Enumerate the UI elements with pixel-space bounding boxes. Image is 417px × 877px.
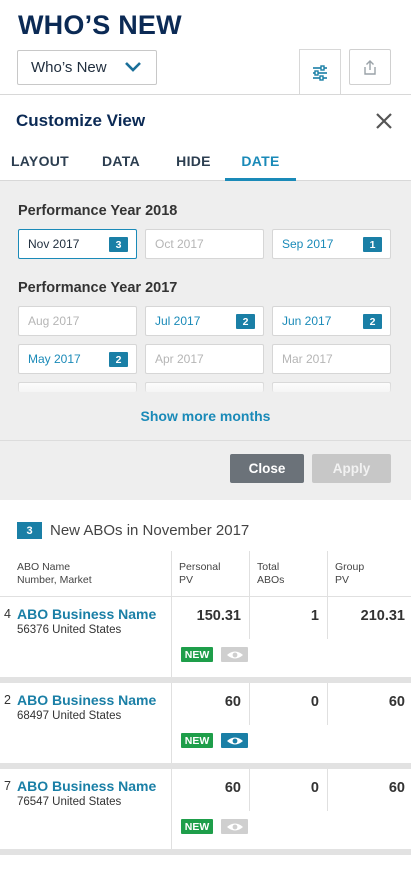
month-label: Oct 2017 [155, 237, 204, 251]
column-divider [327, 769, 328, 811]
month-apr-2017: Apr 2017 [145, 344, 264, 374]
tab-hide[interactable]: HIDE [162, 147, 225, 181]
month-label: Apr 2017 [155, 352, 204, 366]
customize-view-button[interactable] [299, 49, 341, 95]
month-may-2017[interactable]: May 2017 2 [18, 344, 137, 374]
abo-name-link[interactable]: ABO Business Name [17, 778, 156, 794]
total-abos-value: 0 [310, 780, 319, 796]
abo-name-link[interactable]: ABO Business Name [17, 606, 156, 622]
close-icon[interactable] [375, 112, 393, 130]
column-header-total-abos[interactable]: Total ABOs [257, 561, 284, 587]
watch-toggle[interactable] [221, 733, 248, 748]
group-pv-value: 60 [388, 780, 405, 796]
apply-button[interactable]: Apply [312, 454, 391, 483]
new-badge: NEW [181, 733, 213, 748]
column-divider [249, 769, 250, 811]
row-rank: 7 [4, 779, 11, 793]
month-count-badge: 1 [363, 237, 382, 252]
month-label: May 2017 [28, 352, 81, 366]
eye-icon [226, 823, 243, 830]
month-label: Mar 2017 [282, 352, 333, 366]
view-dropdown-label: Who’s New [31, 59, 107, 76]
total-abos-value: 0 [310, 694, 319, 710]
group-pv-value: 210.31 [360, 608, 405, 624]
abo-number-market: 76547 United States [17, 796, 122, 808]
personal-pv-value: 60 [224, 694, 241, 710]
month-count-badge: 3 [109, 237, 128, 252]
new-badge: NEW [181, 647, 213, 662]
watch-toggle[interactable] [221, 647, 248, 662]
month-mar-2017: Mar 2017 [272, 344, 391, 374]
sliders-icon [313, 64, 327, 81]
month-count-badge: 2 [363, 314, 382, 329]
month-label: Jun 2017 [282, 314, 332, 328]
column-divider [249, 683, 250, 725]
year-2017-title: Performance Year 2017 [18, 280, 178, 296]
results-count-badge: 3 [17, 522, 42, 539]
new-badge: NEW [181, 819, 213, 834]
group-pv-value: 60 [388, 694, 405, 710]
abo-number-market: 68497 United States [17, 710, 122, 722]
export-button[interactable] [349, 49, 391, 85]
month-aug-2017: Aug 2017 [18, 306, 137, 336]
results-summary: 3 New ABOs in November 2017 [17, 522, 249, 539]
row-separator [0, 849, 411, 855]
total-abos-value: 1 [310, 608, 319, 624]
table-row[interactable]: 4 ABO Business Name 56376 United States … [0, 597, 411, 677]
scroll-fade [0, 380, 411, 400]
eye-icon [226, 737, 243, 744]
month-count-badge: 2 [109, 352, 128, 367]
table-header: ABO Name Number, Market Personal PV Tota… [0, 551, 411, 597]
chevron-down-icon [125, 62, 141, 72]
abo-number-market: 56376 United States [17, 624, 122, 636]
column-divider [249, 597, 250, 639]
customize-tabs: LAYOUT DATA HIDE DATE [0, 147, 296, 181]
column-divider [327, 683, 328, 725]
results-summary-text: New ABOs in November 2017 [50, 522, 250, 539]
customize-view-header: Customize View LAYOUT DATA HIDE DATE [0, 95, 411, 181]
customize-view-title: Customize View [16, 111, 146, 130]
year-2018-title: Performance Year 2018 [18, 203, 178, 219]
column-header-personal-pv[interactable]: Personal PV [179, 561, 220, 587]
tab-layout[interactable]: LAYOUT [0, 147, 80, 181]
view-dropdown[interactable]: Who’s New [17, 50, 157, 85]
table-row[interactable]: 2 ABO Business Name 68497 United States … [0, 683, 411, 763]
month-nov-2017[interactable]: Nov 2017 3 [18, 229, 137, 259]
tab-date[interactable]: DATE [225, 147, 296, 181]
month-label: Aug 2017 [28, 314, 80, 328]
show-more-months-link[interactable]: Show more months [0, 408, 411, 424]
column-divider [327, 597, 328, 639]
column-header-group-pv[interactable]: Group PV [335, 561, 364, 587]
month-jun-2017[interactable]: Jun 2017 2 [272, 306, 391, 336]
month-sep-2017[interactable]: Sep 2017 1 [272, 229, 391, 259]
eye-icon [226, 651, 243, 658]
personal-pv-value: 150.31 [196, 608, 241, 624]
tab-data[interactable]: DATA [80, 147, 162, 181]
row-rank: 2 [4, 693, 11, 707]
month-count-badge: 2 [236, 314, 255, 329]
month-oct-2017: Oct 2017 [145, 229, 264, 259]
column-divider [249, 551, 250, 597]
column-divider [327, 551, 328, 597]
share-icon [364, 59, 376, 75]
watch-toggle[interactable] [221, 819, 248, 834]
month-label: Sep 2017 [282, 237, 334, 251]
close-button[interactable]: Close [230, 454, 304, 483]
column-header-abo[interactable]: ABO Name Number, Market [17, 561, 92, 587]
month-label: Nov 2017 [28, 237, 80, 251]
page-title: WHO’S NEW [18, 10, 182, 40]
abo-name-link[interactable]: ABO Business Name [17, 692, 156, 708]
table-row[interactable]: 7 ABO Business Name 76547 United States … [0, 769, 411, 849]
month-jul-2017[interactable]: Jul 2017 2 [145, 306, 264, 336]
row-rank: 4 [4, 607, 11, 621]
personal-pv-value: 60 [224, 780, 241, 796]
month-label: Jul 2017 [155, 314, 201, 328]
